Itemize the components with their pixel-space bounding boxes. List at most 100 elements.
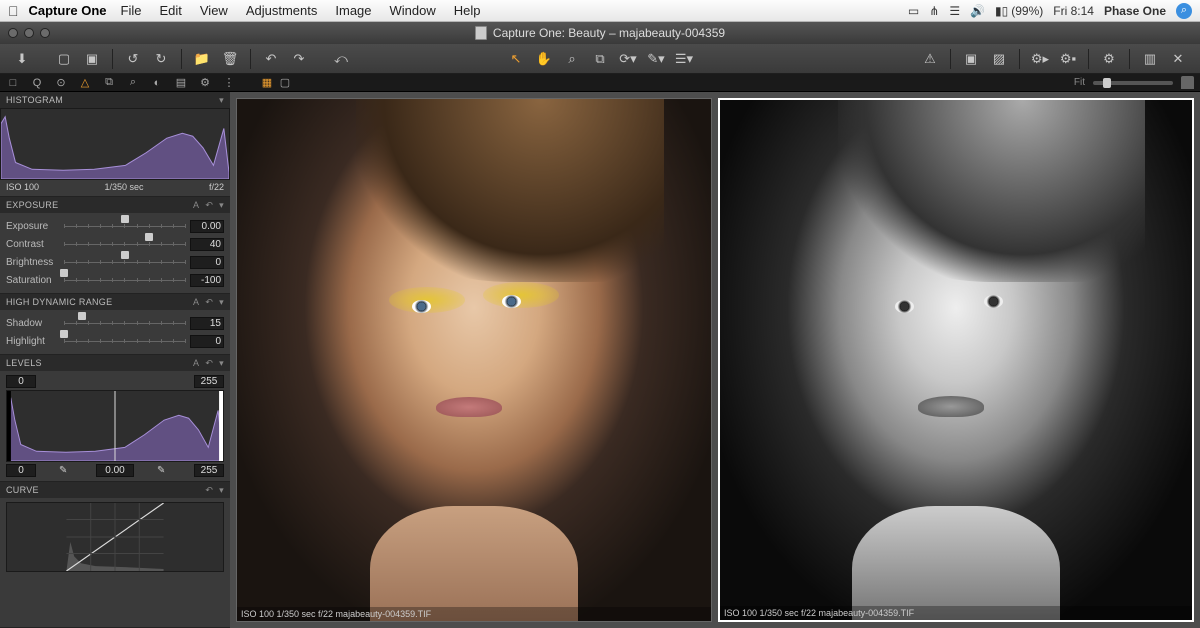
reset-icon[interactable]: ↶ xyxy=(205,200,213,211)
tab-metadata-icon[interactable]: ▤ xyxy=(174,76,188,90)
menu-file[interactable]: File xyxy=(121,3,142,18)
redo-button[interactable]: ↷ xyxy=(287,48,311,70)
levels-gamma[interactable]: 0.00 xyxy=(96,464,134,477)
image-bw-preview[interactable]: ISO 100 1/350 sec f/22 majabeauty-004359… xyxy=(718,98,1194,622)
cursor-tool[interactable]: ↖ xyxy=(504,48,528,70)
workspace-button[interactable]: ▥ xyxy=(1138,48,1162,70)
hdr-slider[interactable] xyxy=(64,316,186,330)
zoom-tool[interactable]: ⌕ xyxy=(560,48,584,70)
bluetooth-icon[interactable]: ⋔ xyxy=(929,4,939,18)
user-icon[interactable] xyxy=(1181,76,1194,89)
black-picker-icon[interactable]: ✎ xyxy=(59,465,73,476)
exposure-slider[interactable] xyxy=(64,255,186,269)
tab-exposure-icon[interactable]: △ xyxy=(78,76,92,90)
levels-output-black[interactable]: 0 xyxy=(6,464,36,477)
warning-icon[interactable]: ⚠ xyxy=(918,48,942,70)
straighten-tool[interactable]: ⟳▾ xyxy=(616,48,640,70)
zoom-fit-label[interactable]: Fit xyxy=(1074,77,1085,88)
display-icon[interactable]: ▭ xyxy=(908,4,919,18)
folder-button[interactable]: 📁 xyxy=(190,48,214,70)
preferences-button[interactable]: ⚙ xyxy=(1097,48,1121,70)
panel-menu-icon[interactable]: ▾ xyxy=(219,485,224,496)
adjust-tool[interactable]: ☰▾ xyxy=(672,48,696,70)
levels-output-white[interactable]: 255 xyxy=(194,464,224,477)
battery-status[interactable]: ▮▯(99%) xyxy=(995,4,1043,18)
hdr-value[interactable]: 0 xyxy=(190,335,224,348)
undo-button[interactable]: ↶ xyxy=(259,48,283,70)
crop-tool[interactable]: ⧉ xyxy=(588,48,612,70)
import-button[interactable]: ⬇ xyxy=(10,48,34,70)
curve-title: CURVE xyxy=(6,485,39,495)
menu-image[interactable]: Image xyxy=(335,3,371,18)
window-minimize-button[interactable] xyxy=(24,28,34,38)
menu-adjustments[interactable]: Adjustments xyxy=(246,3,318,18)
levels-input-black[interactable]: 0 xyxy=(6,375,36,388)
zoom-slider[interactable] xyxy=(1093,81,1173,85)
auto-icon[interactable]: A xyxy=(193,358,199,369)
auto-icon[interactable]: A xyxy=(193,200,199,211)
tools-button[interactable]: ✕ xyxy=(1166,48,1190,70)
menubar-clock[interactable]: Fri 8:14 xyxy=(1053,4,1094,18)
apple-menu-icon[interactable]:  xyxy=(8,3,19,19)
panel-menu-icon[interactable]: ▾ xyxy=(219,358,224,369)
auto-icon[interactable]: A xyxy=(193,297,199,308)
exposure-label: Exposure xyxy=(6,221,64,232)
tab-batch-icon[interactable]: ⋮ xyxy=(222,76,236,90)
hdr-slider[interactable] xyxy=(64,334,186,348)
reset-button[interactable]: ⤺ xyxy=(329,48,353,70)
window-zoom-button[interactable] xyxy=(40,28,50,38)
tab-output-icon[interactable]: ⚙ xyxy=(198,76,212,90)
tab-capture-icon[interactable]: Q xyxy=(30,76,44,90)
wifi-icon[interactable]: ☰ xyxy=(949,4,960,18)
process-button[interactable]: ⚙▸ xyxy=(1028,48,1052,70)
window-close-button[interactable] xyxy=(8,28,18,38)
view-single-icon[interactable]: ▢ xyxy=(278,76,292,90)
batch-button[interactable]: ⚙▪ xyxy=(1056,48,1080,70)
menubar-brand[interactable]: Phase One xyxy=(1104,4,1166,18)
volume-icon[interactable]: 🔊 xyxy=(970,4,985,18)
menu-window[interactable]: Window xyxy=(390,3,436,18)
image-color-preview[interactable]: ISO 100 1/350 sec f/22 majabeauty-004359… xyxy=(236,98,712,622)
reset-icon[interactable]: ↶ xyxy=(205,358,213,369)
hdr-value[interactable]: 15 xyxy=(190,317,224,330)
reset-icon[interactable]: ↶ xyxy=(205,297,213,308)
image-viewer: ISO 100 1/350 sec f/22 majabeauty-004359… xyxy=(230,92,1200,628)
capture-button[interactable]: ▢ xyxy=(52,48,76,70)
pan-tool[interactable]: ✋ xyxy=(532,48,556,70)
hdr-label: Shadow xyxy=(6,318,64,329)
menu-view[interactable]: View xyxy=(200,3,228,18)
app-name[interactable]: Capture One xyxy=(29,3,107,18)
rotate-right-button[interactable]: ↻ xyxy=(149,48,173,70)
tab-library-icon[interactable]: □ xyxy=(6,76,20,90)
exposure-slider[interactable] xyxy=(64,237,186,251)
exposure-value[interactable]: 0.00 xyxy=(190,220,224,233)
tab-adjust-icon[interactable]: ◐ xyxy=(150,76,164,90)
view-grid-icon[interactable]: ▦ xyxy=(260,76,274,90)
histogram-title: HISTOGRAM xyxy=(6,95,63,105)
panel-menu-icon[interactable]: ▾ xyxy=(219,297,224,308)
exposure-value[interactable]: -100 xyxy=(190,274,224,287)
spot-tool[interactable]: ✎▾ xyxy=(644,48,668,70)
tether-button[interactable]: ▣ xyxy=(80,48,104,70)
tab-crop-icon[interactable]: ⧉ xyxy=(102,76,116,90)
rotate-left-button[interactable]: ↺ xyxy=(121,48,145,70)
reset-icon[interactable]: ↶ xyxy=(205,485,213,496)
exposure-slider[interactable] xyxy=(64,219,186,233)
trash-button[interactable]: 🗑 xyxy=(218,48,242,70)
tab-details-icon[interactable]: ⌕ xyxy=(126,76,140,90)
apply-adjust-button[interactable]: ▨ xyxy=(987,48,1011,70)
spotlight-icon[interactable]: ⌕ xyxy=(1176,3,1192,19)
white-picker-icon[interactable]: ✎ xyxy=(157,465,171,476)
menu-edit[interactable]: Edit xyxy=(159,3,181,18)
exposure-slider[interactable] xyxy=(64,273,186,287)
levels-input-white[interactable]: 255 xyxy=(194,375,224,388)
menu-help[interactable]: Help xyxy=(454,3,481,18)
tab-color-icon[interactable]: ⊙ xyxy=(54,76,68,90)
panel-menu-icon[interactable]: ▾ xyxy=(219,200,224,211)
levels-graph[interactable] xyxy=(6,390,224,462)
exposure-value[interactable]: 0 xyxy=(190,256,224,269)
copy-adjust-button[interactable]: ▣ xyxy=(959,48,983,70)
panel-menu-icon[interactable]: ▾ xyxy=(219,95,224,106)
curve-graph[interactable] xyxy=(6,502,224,572)
exposure-value[interactable]: 40 xyxy=(190,238,224,251)
